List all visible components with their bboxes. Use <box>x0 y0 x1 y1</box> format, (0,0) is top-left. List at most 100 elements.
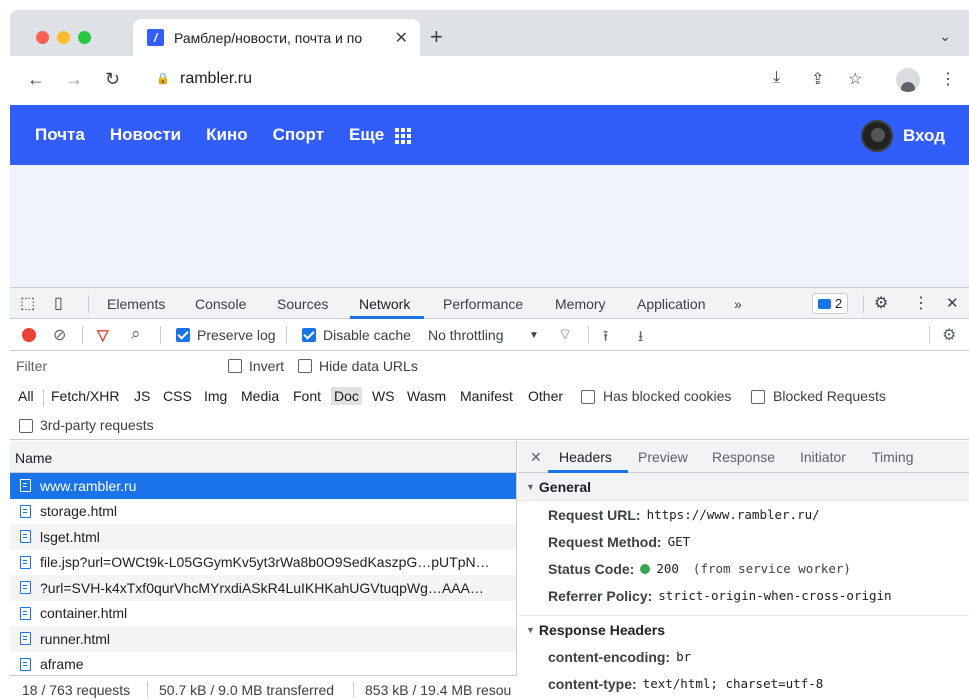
request-name: storage.html <box>40 503 118 520</box>
request-row[interactable]: www.rambler.ru <box>10 473 516 499</box>
details-close-icon[interactable]: ✕ <box>530 449 542 466</box>
request-method-row: Request Method: GET <box>518 528 969 555</box>
request-row[interactable]: storage.html <box>10 498 516 524</box>
type-css[interactable]: CSS <box>160 387 195 405</box>
tab-performance[interactable]: Performance <box>443 296 523 312</box>
login-button[interactable]: Вход <box>860 120 945 152</box>
forward-button[interactable]: → <box>65 69 83 90</box>
close-window-button[interactable] <box>36 31 49 44</box>
new-tab-button[interactable]: + <box>430 24 443 50</box>
devtools-settings-icon[interactable]: ⚙ <box>874 293 888 313</box>
tab-initiator[interactable]: Initiator <box>800 449 846 465</box>
type-font[interactable]: Font <box>290 387 324 405</box>
lock-icon[interactable]: 🔒 <box>156 72 170 85</box>
import-har-icon[interactable]: ⭱ <box>603 326 608 351</box>
tab-response[interactable]: Response <box>712 449 775 465</box>
site-nav-mail[interactable]: Почта <box>35 125 85 145</box>
filter-input[interactable] <box>16 355 216 377</box>
minimize-window-button[interactable] <box>57 31 70 44</box>
throttling-select[interactable]: No throttling <box>428 327 503 343</box>
network-status-bar: 18 / 763 requests 50.7 kB / 9.0 MB trans… <box>10 675 517 700</box>
type-ws[interactable]: WS <box>369 387 398 405</box>
devtools-menu-kebab-icon[interactable]: ⋮ <box>913 293 929 313</box>
type-img[interactable]: Img <box>201 387 230 405</box>
network-settings-icon[interactable]: ⚙ <box>942 325 956 345</box>
invert-checkbox[interactable] <box>228 359 242 373</box>
type-all[interactable]: All <box>15 387 37 405</box>
tab-application[interactable]: Application <box>637 296 706 312</box>
tab-timing[interactable]: Timing <box>872 449 914 465</box>
referrer-policy-label: Referrer Policy: <box>548 587 653 604</box>
request-row[interactable]: container.html <box>10 600 516 626</box>
tab-sources[interactable]: Sources <box>277 296 328 312</box>
document-icon <box>20 657 31 671</box>
issues-badge[interactable]: 2 <box>812 293 849 314</box>
tab-close-icon[interactable]: ✕ <box>395 28 408 48</box>
blocked-requests-checkbox[interactable] <box>751 390 765 404</box>
request-name: www.rambler.ru <box>40 477 137 494</box>
type-other[interactable]: Other <box>525 387 566 405</box>
back-button[interactable]: ← <box>27 69 45 90</box>
site-nav-news[interactable]: Новости <box>110 125 181 145</box>
site-nav-sport[interactable]: Спорт <box>273 125 324 145</box>
type-manifest[interactable]: Manifest <box>457 387 516 405</box>
tab-preview[interactable]: Preview <box>638 449 688 465</box>
request-name: container.html <box>40 605 128 622</box>
type-media[interactable]: Media <box>238 387 282 405</box>
has-blocked-cookies-checkbox[interactable] <box>581 390 595 404</box>
site-nav-more[interactable]: Еще <box>349 125 411 145</box>
maximize-window-button[interactable] <box>78 31 91 44</box>
share-icon[interactable]: ⇪ <box>811 69 824 89</box>
invert-label: Invert <box>249 358 285 374</box>
user-avatar-icon <box>860 120 893 152</box>
more-tabs-icon[interactable]: » <box>734 296 742 312</box>
response-headers-section-toggle[interactable]: ▼ Response Headers <box>518 615 969 643</box>
inspect-element-icon[interactable]: ⬚ <box>20 293 35 313</box>
preserve-log-checkbox[interactable] <box>176 328 190 342</box>
request-row[interactable]: aframe <box>10 651 516 677</box>
search-icon[interactable]: ⌕ <box>131 324 141 344</box>
bookmark-star-icon[interactable]: ☆ <box>848 69 862 89</box>
tab-network[interactable]: Network <box>359 296 410 312</box>
devtools-close-icon[interactable]: ✕ <box>946 294 959 312</box>
address-bar[interactable]: rambler.ru <box>180 70 252 88</box>
export-har-icon[interactable]: ⭳ <box>638 326 643 351</box>
browser-tab-rambler[interactable]: / Рамблер/новости, почта и по ✕ <box>133 19 420 56</box>
third-party-checkbox[interactable] <box>19 419 33 433</box>
request-row[interactable]: ?url=SVH-k4xTxf0qurVhcMYrxdiASkR4LuIKHKa… <box>10 575 516 601</box>
request-method-value: GET <box>667 534 691 549</box>
reload-button[interactable]: ↻ <box>105 69 120 90</box>
tab-elements[interactable]: Elements <box>107 296 165 312</box>
site-nav-cinema[interactable]: Кино <box>206 125 247 145</box>
type-js[interactable]: JS <box>131 387 153 405</box>
disable-cache-checkbox[interactable] <box>302 328 316 342</box>
type-doc[interactable]: Doc <box>331 387 362 405</box>
device-toolbar-icon[interactable]: ▯ <box>54 293 63 313</box>
column-header-name[interactable]: Name <box>10 441 516 473</box>
request-row[interactable]: file.jsp?url=OWCt9k-L05GGymKv5yt3rWa8b0O… <box>10 549 516 575</box>
profile-avatar-icon[interactable] <box>896 68 920 92</box>
status-note: (from service worker) <box>692 561 851 576</box>
tab-memory[interactable]: Memory <box>555 296 606 312</box>
request-list: Name www.rambler.ru storage.html lsget.htm… <box>10 441 517 700</box>
document-icon <box>20 632 31 646</box>
filter-funnel-icon[interactable]: ▽ <box>97 326 109 344</box>
general-section-toggle[interactable]: ▼ General <box>518 473 969 501</box>
hide-data-urls-checkbox[interactable] <box>298 359 312 373</box>
site-nav-more-label: Еще <box>349 125 385 144</box>
type-fetch-xhr[interactable]: Fetch/XHR <box>48 387 122 405</box>
tab-headers[interactable]: Headers <box>559 449 612 465</box>
browser-menu-kebab-icon[interactable]: ⋮ <box>940 69 956 89</box>
tab-console[interactable]: Console <box>195 296 246 312</box>
record-button[interactable] <box>22 328 36 342</box>
issues-count: 2 <box>835 296 843 311</box>
network-conditions-icon[interactable]: ⌔ <box>558 325 572 344</box>
tab-search-chevron-icon[interactable]: ⌄ <box>939 28 951 45</box>
request-row[interactable]: lsget.html <box>10 524 516 550</box>
type-wasm[interactable]: Wasm <box>404 387 449 405</box>
clear-icon[interactable]: ⊘ <box>53 325 66 345</box>
document-icon <box>20 479 31 493</box>
request-row[interactable]: runner.html <box>10 626 516 652</box>
install-icon[interactable]: ⤓ <box>773 69 780 87</box>
throttling-dropdown-icon[interactable]: ▼ <box>529 330 539 341</box>
